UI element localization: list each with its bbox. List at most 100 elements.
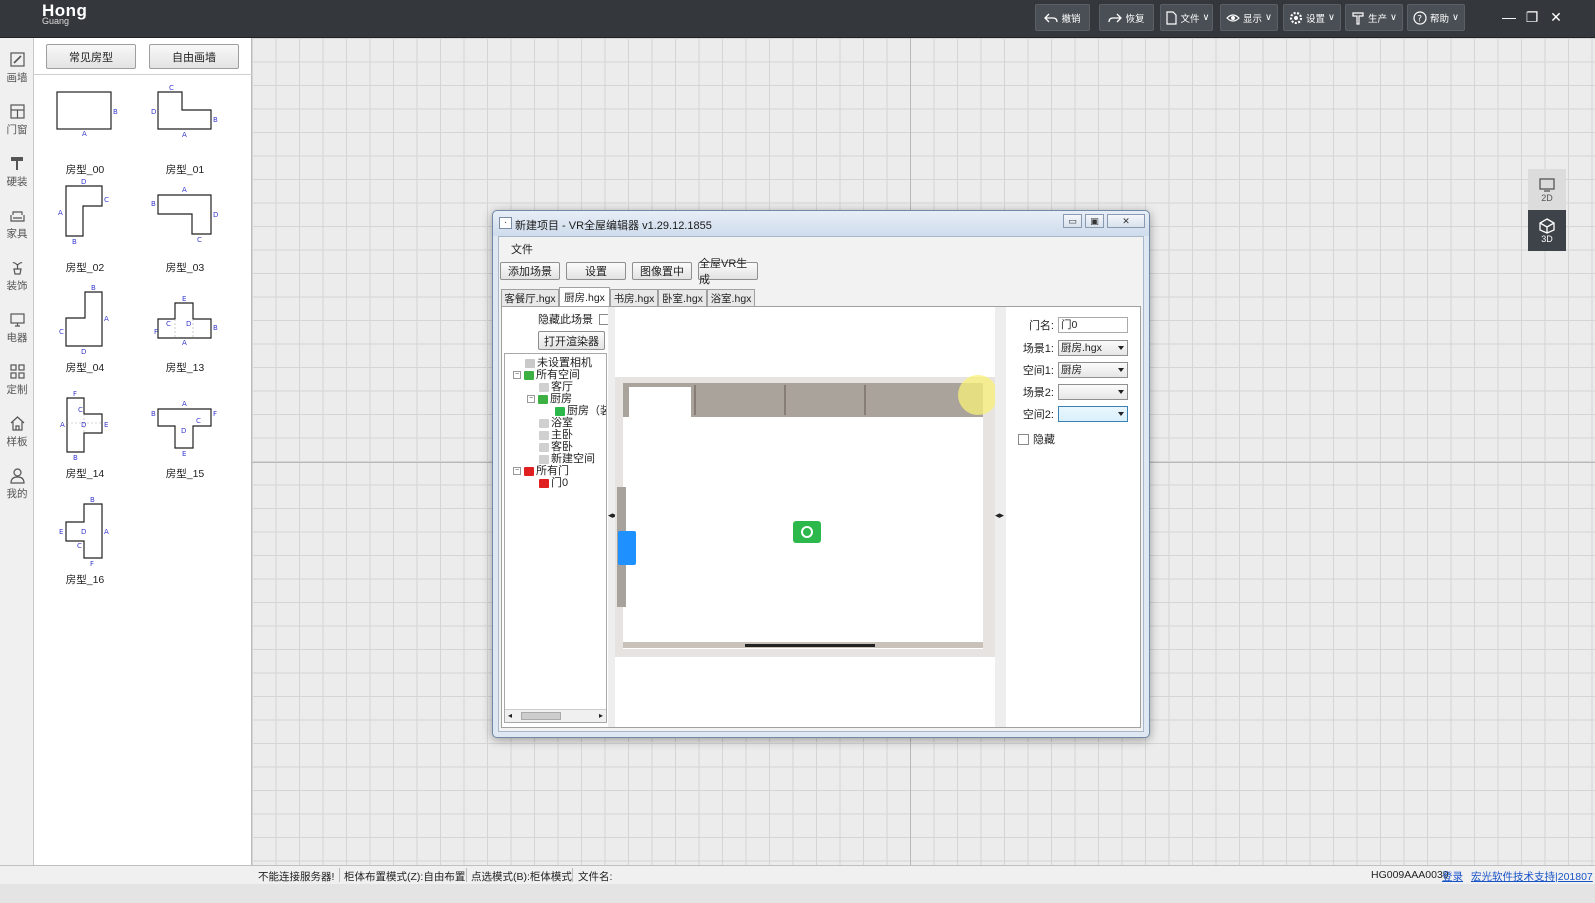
common-rooms-button[interactable]: 常见房型	[46, 44, 136, 69]
room-type-item[interactable]: D C A B 房型_02	[40, 178, 130, 278]
room-type-item[interactable]: B E D A C F 房型_16	[40, 496, 130, 596]
right-splitter[interactable]: ◂▸	[995, 307, 1006, 727]
chevron-down-icon: ∨	[1202, 12, 1210, 23]
tree-node-all-doors[interactable]: − 所有门	[513, 465, 569, 477]
display-menu-button[interactable]: 显示 ∨	[1220, 4, 1278, 31]
dialog-close-button[interactable]: ✕	[1107, 214, 1145, 228]
room-type-item[interactable]: E C D F B A 房型_13	[140, 284, 230, 384]
scene2-select[interactable]	[1058, 384, 1128, 400]
tab-study[interactable]: 书房.hgx	[610, 289, 658, 306]
production-menu-button[interactable]: 生产 ∨	[1345, 4, 1403, 31]
scroll-left-icon[interactable]: ◂	[508, 711, 512, 720]
dialog-maximize-button[interactable]: ▣	[1085, 214, 1104, 228]
scene1-select[interactable]: 厨房.hgx	[1058, 340, 1128, 356]
room-type-item[interactable]: F C A D E B 房型_14	[40, 390, 130, 490]
add-scene-button[interactable]: 添加场景	[500, 262, 560, 280]
space2-row: 空间2:	[1016, 406, 1128, 422]
space2-select[interactable]	[1058, 406, 1128, 422]
collapse-icon[interactable]: −	[513, 467, 521, 475]
room-type-item[interactable]: A B F C D E 房型_15	[140, 390, 230, 490]
tab-bedroom[interactable]: 卧室.hgx	[658, 289, 707, 306]
redo-button[interactable]: 恢复	[1099, 4, 1154, 31]
dialog-minimize-button[interactable]: ▭	[1063, 214, 1082, 228]
display-menu-label: 显示	[1243, 13, 1263, 25]
draw-wall-label: 画墙	[6, 72, 28, 84]
tree-node-kitchen-camera[interactable]: 厨房（装	[555, 405, 607, 417]
tree-node-label: 厨房（装	[567, 405, 607, 417]
hide-door-checkbox[interactable]	[1018, 433, 1029, 445]
login-link[interactable]: 登录	[1442, 869, 1463, 884]
collapse-icon[interactable]: −	[527, 395, 535, 403]
room-type-item[interactable]: A B 房型_00	[40, 84, 130, 184]
tab-bathroom[interactable]: 浴室.hgx	[707, 289, 755, 306]
redo-icon	[1108, 13, 1123, 22]
room-type-item[interactable]: A B D C 房型_03	[140, 178, 230, 278]
camera-marker-icon[interactable]	[793, 521, 821, 543]
svg-text:B: B	[151, 410, 156, 418]
panorama-preview[interactable]	[615, 307, 998, 727]
room-shape-l-icon: C D A B	[151, 84, 218, 139]
tree-node-kitchen[interactable]: − 厨房	[527, 393, 572, 405]
minimize-window-button[interactable]: —	[1498, 6, 1520, 28]
kitchen-panorama-image	[615, 377, 995, 657]
tree-node-label: 未设置相机	[537, 357, 592, 369]
doors-windows-tool[interactable]: 门窗	[0, 94, 34, 146]
svg-text:E: E	[182, 295, 186, 303]
view-2d-label: 2D	[1541, 192, 1553, 203]
tab-living-dining[interactable]: 客餐厅.hgx	[501, 289, 559, 306]
svg-text:C: C	[169, 84, 174, 92]
room-type-item[interactable]: C D A B 房型_01	[140, 84, 230, 184]
camera-icon	[525, 358, 535, 368]
center-image-button[interactable]: 图像置中	[632, 262, 692, 280]
hard-decoration-tool[interactable]: 硬装	[0, 146, 34, 198]
decoration-tool[interactable]: 装饰	[0, 250, 34, 302]
scrollbar-thumb[interactable]	[521, 712, 561, 720]
door-marker-icon[interactable]	[618, 531, 636, 565]
monitor-icon	[9, 313, 25, 327]
tree-horizontal-scrollbar[interactable]: ◂ ▸	[505, 709, 606, 722]
tree-node-new-space[interactable]: 新建空间	[539, 453, 595, 465]
settings-button[interactable]: 设置	[566, 262, 626, 280]
appliance-tool[interactable]: 电器	[0, 302, 34, 354]
tree-node-bathroom[interactable]: 浴室	[539, 417, 573, 429]
plant-icon	[12, 262, 22, 275]
furniture-tool[interactable]: 家具	[0, 198, 34, 250]
restore-window-button[interactable]: ❐	[1521, 6, 1543, 28]
view-3d-button[interactable]: 3D	[1528, 210, 1566, 251]
settings-menu-button[interactable]: 设置 ∨	[1283, 4, 1341, 31]
svg-text:D: D	[81, 421, 86, 429]
draw-wall-tool[interactable]: 画墙	[0, 42, 34, 94]
file-menu-button[interactable]: 文件 ∨	[1160, 4, 1213, 31]
vr-generate-button[interactable]: 全屋VR生成	[698, 258, 758, 286]
chevron-down-icon: ∨	[1452, 12, 1459, 23]
template-tool[interactable]: 样板	[0, 406, 34, 458]
custom-tool[interactable]: 定制	[0, 354, 34, 406]
undo-button[interactable]: 撤销	[1035, 4, 1090, 31]
view-2d-button[interactable]: 2D	[1528, 169, 1566, 210]
scroll-right-icon[interactable]: ▸	[599, 711, 603, 720]
door-properties-panel: 门名: 门0 场景1: 厨房.hgx 空间1: 厨房 场景2: 空间2: 隐藏	[1006, 307, 1140, 727]
support-link[interactable]: 宏光软件技术支持|201807	[1471, 869, 1593, 884]
help-menu-button[interactable]: ? 帮助 ∨	[1407, 4, 1465, 31]
room-type-item[interactable]: B A C D 房型_04	[40, 284, 130, 384]
close-window-button[interactable]: ✕	[1545, 6, 1567, 28]
tree-node-door0[interactable]: 门0	[539, 477, 568, 489]
open-renderer-button[interactable]: 打开渲染器	[538, 331, 605, 350]
tree-node-living[interactable]: 客厅	[539, 381, 573, 393]
mine-tool[interactable]: 我的	[0, 458, 34, 510]
collapse-icon[interactable]: −	[513, 371, 521, 379]
furniture-label: 家具	[6, 228, 28, 240]
dialog-title-bar[interactable]: ▪ 新建项目 - VR全屋编辑器 v1.29.12.1855 ▭ ▣ ✕	[493, 211, 1149, 236]
tab-kitchen[interactable]: 厨房.hgx	[559, 287, 610, 306]
tree-node-master[interactable]: 主卧	[539, 429, 573, 441]
room-type-label: 房型_13	[165, 362, 205, 374]
free-draw-wall-button[interactable]: 自由画墙	[149, 44, 239, 69]
tree-node-all-spaces[interactable]: − 所有空间	[513, 369, 580, 381]
svg-text:B: B	[113, 108, 118, 116]
svg-text:C: C	[196, 417, 201, 425]
tree-node-no-camera[interactable]: 未设置相机	[525, 357, 592, 369]
tree-node-guest[interactable]: 客卧	[539, 441, 573, 453]
file-menu[interactable]: 文件	[511, 241, 533, 257]
door-name-input[interactable]: 门0	[1058, 317, 1128, 333]
space1-select[interactable]: 厨房	[1058, 362, 1128, 378]
